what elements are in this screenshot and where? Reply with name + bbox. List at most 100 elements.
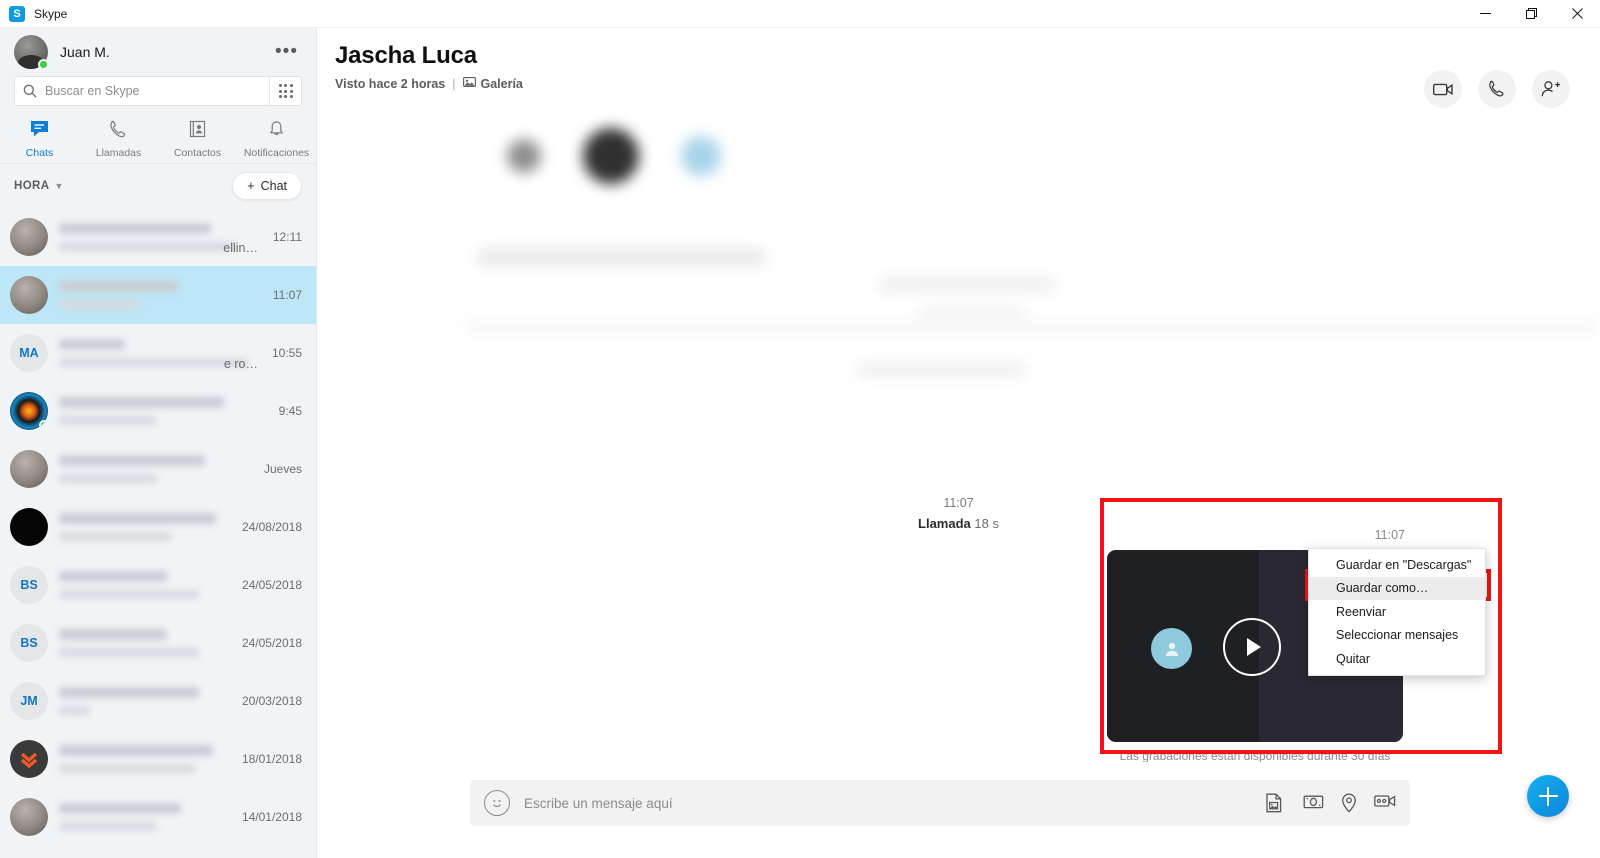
chat-item-body <box>59 455 256 483</box>
bell-icon <box>267 120 286 144</box>
tab-notificaciones[interactable]: Notificaciones <box>237 116 316 163</box>
chat-item-body <box>59 745 234 773</box>
chat-list-item[interactable]: Jueves <box>0 440 316 498</box>
context-menu-item[interactable]: Reenviar <box>1309 600 1485 624</box>
context-menu[interactable]: Guardar en "Descargas" Guardar como… Reenv… <box>1308 548 1486 676</box>
tab-llamadas[interactable]: Llamadas <box>79 116 158 163</box>
profile-more-button[interactable]: ••• <box>271 41 302 63</box>
chat-item-time: 18/01/2018 <box>241 752 302 766</box>
chat-item-body <box>59 281 265 309</box>
chat-list-header: HORA ▼ + Chat <box>0 164 316 208</box>
chat-list-item[interactable]: 18/01/2018 <box>0 730 316 788</box>
chat-item-preview <box>59 242 237 251</box>
restore-button[interactable] <box>1508 0 1554 28</box>
sidebar-nav-tabs: Chats Llamadas Contactos Notificaciones <box>0 116 316 164</box>
chat-avatar <box>10 740 48 778</box>
chat-item-body <box>59 513 234 541</box>
chat-item-name <box>59 397 225 408</box>
add-people-button[interactable] <box>1532 70 1570 108</box>
avatar[interactable] <box>14 35 49 70</box>
message-input[interactable] <box>524 795 1265 811</box>
chevron-down-icon[interactable]: ▼ <box>54 181 63 191</box>
conversation-subtitle: Visto hace 2 horas | Galería <box>335 76 1600 91</box>
skype-window: Skype Juan M. ••• <box>0 0 1600 858</box>
search-icon <box>15 84 45 98</box>
chat-list[interactable]: 12:11 ellin… 11:07 MA 10:55 e ro… 9:45 Jueves 24… <box>0 208 316 858</box>
chat-item-preview-tail: e ro… <box>223 357 258 371</box>
message-compose-bar[interactable] <box>470 780 1410 826</box>
sidebar-profile-header: Juan M. ••• <box>0 28 316 76</box>
emoji-icon[interactable] <box>484 790 510 816</box>
new-conversation-fab[interactable] <box>1527 775 1569 817</box>
chat-item-name <box>59 687 199 698</box>
call-time: 11:07 <box>943 496 974 510</box>
title-bar: Skype <box>0 0 1600 28</box>
money-icon[interactable] <box>1303 793 1324 813</box>
search-input[interactable] <box>45 84 269 98</box>
chat-item-name <box>59 745 213 756</box>
image-icon[interactable] <box>1265 793 1286 813</box>
video-call-button[interactable] <box>1424 70 1462 108</box>
chat-avatar: BS <box>10 624 48 662</box>
location-pin-icon[interactable] <box>1341 793 1357 813</box>
gallery-link[interactable]: Galería <box>462 76 523 91</box>
tab-chats-label: Chats <box>25 147 54 159</box>
play-icon[interactable] <box>1223 618 1281 676</box>
chat-item-preview <box>59 300 142 309</box>
context-menu-item[interactable]: Quitar <box>1309 647 1485 671</box>
call-log-entry: 11:07 Llamada 18 s <box>317 496 1600 531</box>
redacted-content <box>507 128 727 198</box>
dialpad-icon[interactable] <box>269 77 301 105</box>
chat-item-body <box>59 571 234 599</box>
chat-item-name <box>59 571 168 582</box>
chat-list-item[interactable]: 11:07 <box>0 266 316 324</box>
chat-list-item[interactable]: BS 24/05/2018 <box>0 614 316 672</box>
minimize-button[interactable] <box>1462 0 1508 28</box>
chat-list-item[interactable]: 24/08/2018 <box>0 498 316 556</box>
sort-label[interactable]: HORA <box>14 180 49 192</box>
skype-logo-icon <box>9 5 25 22</box>
voice-call-button[interactable] <box>1478 70 1516 108</box>
video-message-time: 11:07 <box>1374 528 1405 542</box>
chat-avatar: MA <box>10 334 48 372</box>
contacts-icon <box>188 120 207 144</box>
tab-contactos[interactable]: Contactos <box>158 116 237 163</box>
chat-list-item[interactable]: MA 10:55 e ro… <box>0 324 316 382</box>
context-menu-item[interactable]: Guardar en "Descargas" <box>1309 553 1485 577</box>
conversation-header: Jascha Luca Visto hace 2 horas | Galería <box>317 28 1600 108</box>
compose-tools <box>1265 793 1396 813</box>
chat-item-body <box>59 687 234 715</box>
chat-item-time: 24/08/2018 <box>241 520 302 534</box>
chat-item-preview <box>59 706 91 715</box>
new-chat-button[interactable]: + Chat <box>232 172 302 200</box>
page-title: Jascha Luca <box>335 42 477 69</box>
search-box[interactable] <box>14 76 302 106</box>
chat-item-time: 11:07 <box>272 288 302 302</box>
chat-item-name <box>59 629 168 640</box>
chat-item-name <box>59 513 217 524</box>
chat-avatar <box>10 276 48 314</box>
chat-item-name <box>59 281 179 292</box>
window-title: Skype <box>34 6 68 21</box>
chat-icon <box>30 120 49 144</box>
chat-item-preview <box>59 358 248 367</box>
redacted-content <box>477 248 767 266</box>
close-button[interactable] <box>1554 0 1600 28</box>
chat-list-item[interactable]: 9:45 <box>0 382 316 440</box>
context-menu-item[interactable]: Guardar como… <box>1309 576 1485 600</box>
chat-list-item[interactable]: JM 20/03/2018 <box>0 672 316 730</box>
chat-item-preview <box>59 648 199 657</box>
redacted-content <box>857 363 1027 377</box>
last-seen-text: Visto hace 2 horas <box>335 76 446 91</box>
context-menu-item[interactable]: Seleccionar mensajes <box>1309 624 1485 648</box>
chat-list-item[interactable]: 14/01/2018 <box>0 788 316 846</box>
chat-item-name <box>59 803 182 814</box>
chat-list-item[interactable]: BS 24/05/2018 <box>0 556 316 614</box>
chat-item-preview <box>59 532 171 541</box>
plus-icon: + <box>247 179 255 193</box>
presence-indicator-online <box>39 420 48 430</box>
video-message-icon[interactable] <box>1374 793 1396 813</box>
tab-chats[interactable]: Chats <box>0 116 79 163</box>
chat-list-item[interactable]: 12:11 ellin… <box>0 208 316 266</box>
subtitle-separator: | <box>452 76 456 91</box>
